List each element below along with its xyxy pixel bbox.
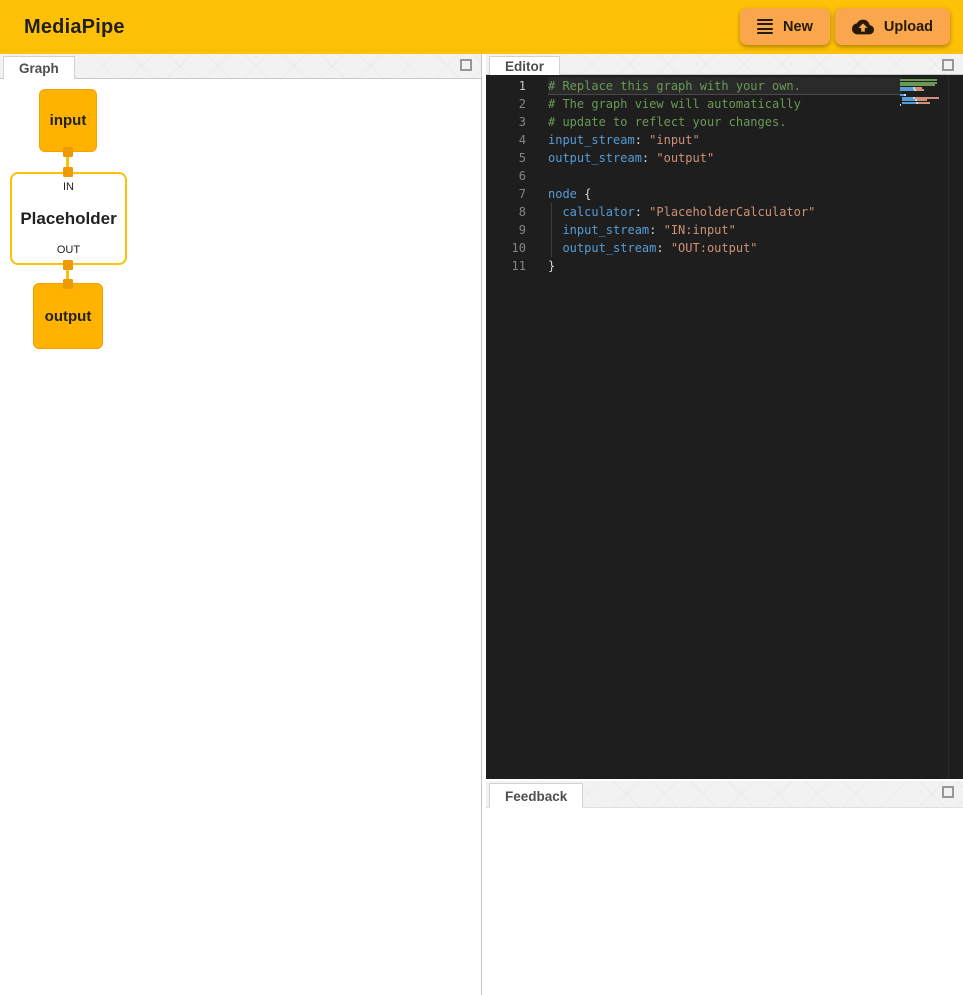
line-number: 4	[486, 131, 526, 149]
graph-panel: Graph input IN Placeholder OUT output	[0, 54, 482, 995]
code-line-text: input_stream: "IN:input"	[548, 221, 901, 239]
code-line[interactable]: 6	[486, 167, 963, 185]
app-title: MediaPipe	[24, 16, 125, 39]
placeholder-in-port-handle	[63, 167, 73, 177]
placeholder-in-port-label: IN	[63, 181, 74, 193]
code-line[interactable]: 10 output_stream: "OUT:output"	[486, 239, 963, 257]
editor-panel: Editor 1 # Replace this graph with your o…	[486, 54, 963, 779]
code-line[interactable]: 7 node {	[486, 185, 963, 203]
editor-code: 1 # Replace this graph with your own. 2 # T…	[486, 77, 963, 275]
code-line[interactable]: 3 # update to reflect your changes.	[486, 113, 963, 131]
upload-button[interactable]: Upload	[835, 8, 950, 45]
feedback-content	[486, 808, 963, 995]
editor-tabstrip: Editor	[486, 54, 963, 75]
line-number: 10	[486, 239, 526, 257]
code-line-text: # The graph view will automatically	[548, 95, 901, 113]
code-line-text: calculator: "PlaceholderCalculator"	[548, 203, 901, 221]
line-number: 7	[486, 185, 526, 203]
line-number: 1	[486, 77, 526, 95]
tab-graph-label: Graph	[19, 61, 59, 76]
line-number: 8	[486, 203, 526, 221]
placeholder-out-port-handle	[63, 260, 73, 270]
feedback-maximize-icon[interactable]	[942, 786, 954, 798]
code-editor[interactable]: 1 # Replace this graph with your own. 2 # T…	[486, 75, 963, 779]
tab-feedback-label: Feedback	[505, 789, 567, 804]
line-number: 6	[486, 167, 526, 185]
graph-node-placeholder[interactable]: IN Placeholder OUT	[10, 172, 127, 265]
code-line-text: output_stream: "output"	[548, 149, 901, 167]
app-header: MediaPipe New Upload	[0, 0, 963, 54]
code-line[interactable]: 5 output_stream: "output"	[486, 149, 963, 167]
code-line[interactable]: 9 input_stream: "IN:input"	[486, 221, 963, 239]
feedback-tabstrip: Feedback	[486, 781, 963, 808]
new-button-label: New	[783, 19, 813, 35]
code-line-text: node {	[548, 185, 901, 203]
line-number: 2	[486, 95, 526, 113]
code-line[interactable]: 4 input_stream: "input"	[486, 131, 963, 149]
graph-node-input[interactable]: input	[39, 89, 97, 152]
line-number: 11	[486, 257, 526, 275]
code-line-text: }	[548, 257, 901, 275]
code-line-text: # Replace this graph with your own.	[548, 77, 901, 95]
code-line-text	[548, 167, 901, 185]
code-line[interactable]: 2 # The graph view will automatically	[486, 95, 963, 113]
code-line-text: output_stream: "OUT:output"	[548, 239, 901, 257]
graph-node-output[interactable]: output	[33, 283, 103, 349]
tab-editor-label: Editor	[505, 59, 544, 74]
code-line-text: # update to reflect your changes.	[548, 113, 901, 131]
graph-canvas[interactable]: input IN Placeholder OUT output	[0, 79, 481, 995]
input-out-port	[63, 147, 73, 157]
header-buttons: New Upload	[740, 8, 950, 45]
tab-graph[interactable]: Graph	[3, 56, 75, 79]
cloud-upload-icon	[852, 16, 874, 38]
line-number: 5	[486, 149, 526, 167]
feedback-panel: Feedback	[486, 781, 963, 995]
upload-button-label: Upload	[884, 19, 933, 35]
menu-icon	[757, 19, 773, 35]
minimap-line	[900, 104, 944, 107]
output-in-port	[63, 279, 73, 289]
graph-node-input-label: input	[50, 112, 87, 129]
code-line[interactable]: 1 # Replace this graph with your own.	[486, 77, 963, 95]
editor-minimap[interactable]	[900, 79, 944, 107]
placeholder-out-port-label: OUT	[57, 244, 80, 256]
editor-maximize-icon[interactable]	[942, 59, 954, 71]
graph-tabstrip: Graph	[0, 54, 481, 79]
new-button[interactable]: New	[740, 8, 830, 45]
code-line[interactable]: 8 calculator: "PlaceholderCalculator"	[486, 203, 963, 221]
graph-maximize-icon[interactable]	[460, 59, 472, 71]
graph-node-output-label: output	[45, 308, 92, 325]
code-line-text: input_stream: "input"	[548, 131, 901, 149]
code-line[interactable]: 11}	[486, 257, 963, 275]
tab-editor[interactable]: Editor	[489, 56, 560, 75]
graph-node-placeholder-label: Placeholder	[20, 209, 116, 229]
line-number: 9	[486, 221, 526, 239]
line-number: 3	[486, 113, 526, 131]
tab-feedback[interactable]: Feedback	[489, 783, 583, 808]
